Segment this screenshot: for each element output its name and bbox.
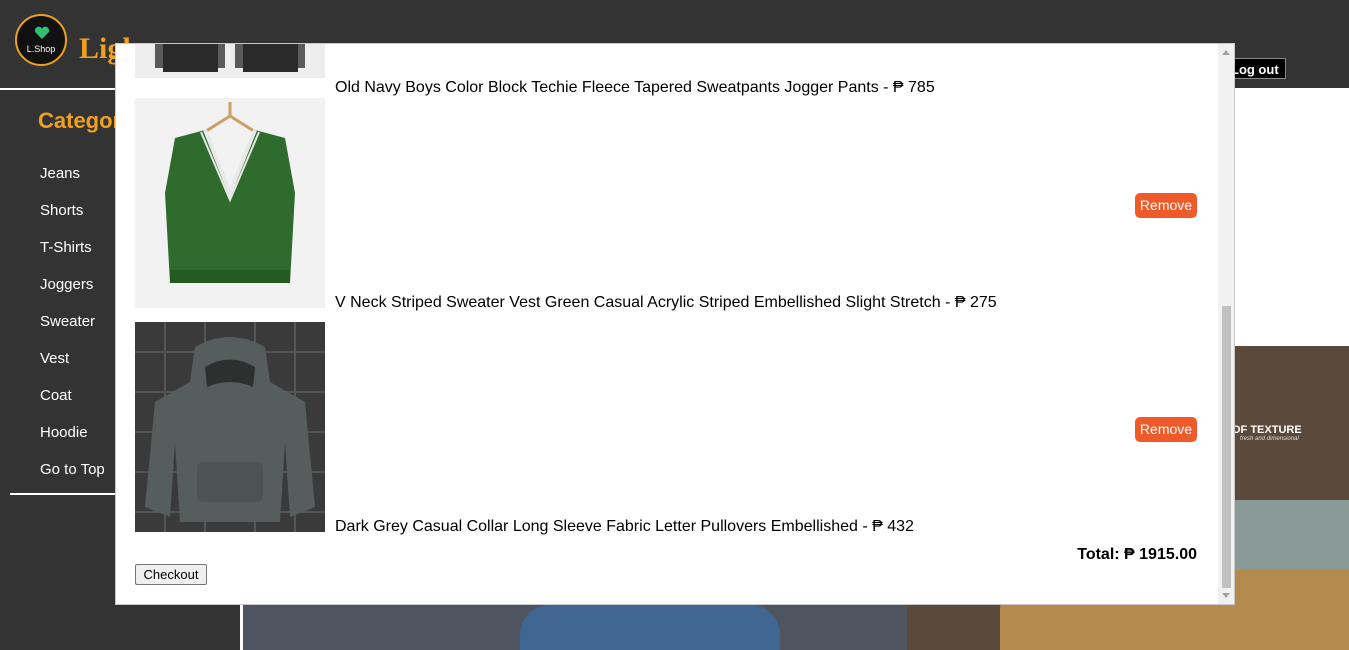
cart-modal: Old Navy Boys Color Block Techie Fleece … bbox=[115, 43, 1235, 605]
cart-item-title: Dark Grey Casual Collar Long Sleeve Fabr… bbox=[335, 518, 914, 535]
product-image-joggers bbox=[135, 44, 325, 78]
cart-item: Remove Dark Grey Casual Collar Long Slee… bbox=[135, 322, 1198, 542]
cart-item: Remove V Neck Striped Sweater Vest Green… bbox=[135, 98, 1198, 318]
scrollbar[interactable] bbox=[1218, 44, 1234, 604]
sidebar-item-coat[interactable]: Coat bbox=[40, 387, 72, 404]
sidebar-item-go-to-top[interactable]: Go to Top bbox=[40, 461, 105, 478]
logo[interactable]: L.Shop bbox=[15, 14, 67, 66]
sidebar-item-jeans[interactable]: Jeans bbox=[40, 165, 80, 182]
logo-text: L.Shop bbox=[26, 44, 56, 54]
cart-item: Old Navy Boys Color Block Techie Fleece … bbox=[135, 44, 1198, 96]
sidebar-item-shorts[interactable]: Shorts bbox=[40, 202, 83, 219]
sidebar-item-sweater[interactable]: Sweater bbox=[40, 313, 95, 330]
heart-icon bbox=[34, 26, 50, 39]
promo-subline: fresh and dimensional bbox=[1240, 436, 1299, 442]
promo-denim-image bbox=[520, 605, 780, 650]
checkout-button[interactable]: Checkout bbox=[135, 564, 207, 585]
scroll-up-icon[interactable] bbox=[1222, 50, 1230, 55]
cart-item-title: V Neck Striped Sweater Vest Green Casual… bbox=[335, 294, 997, 311]
promo-headline: OF TEXTURE bbox=[1232, 424, 1302, 436]
scroll-down-icon[interactable] bbox=[1222, 593, 1230, 598]
cart-total: Total: ₱ 1915.00 bbox=[1077, 546, 1197, 563]
sidebar-item-joggers[interactable]: Joggers bbox=[40, 276, 93, 293]
sidebar-item-tshirts[interactable]: T-Shirts bbox=[40, 239, 92, 256]
product-image-hoodie bbox=[135, 322, 325, 532]
product-image-vest bbox=[135, 98, 325, 308]
sidebar-item-vest[interactable]: Vest bbox=[40, 350, 69, 367]
remove-button[interactable]: Remove bbox=[1135, 417, 1197, 442]
scrollbar-thumb[interactable] bbox=[1222, 306, 1231, 588]
sidebar-item-hoodie[interactable]: Hoodie bbox=[40, 424, 88, 441]
remove-button[interactable]: Remove bbox=[1135, 193, 1197, 218]
cart-item-title: Old Navy Boys Color Block Techie Fleece … bbox=[335, 79, 935, 96]
